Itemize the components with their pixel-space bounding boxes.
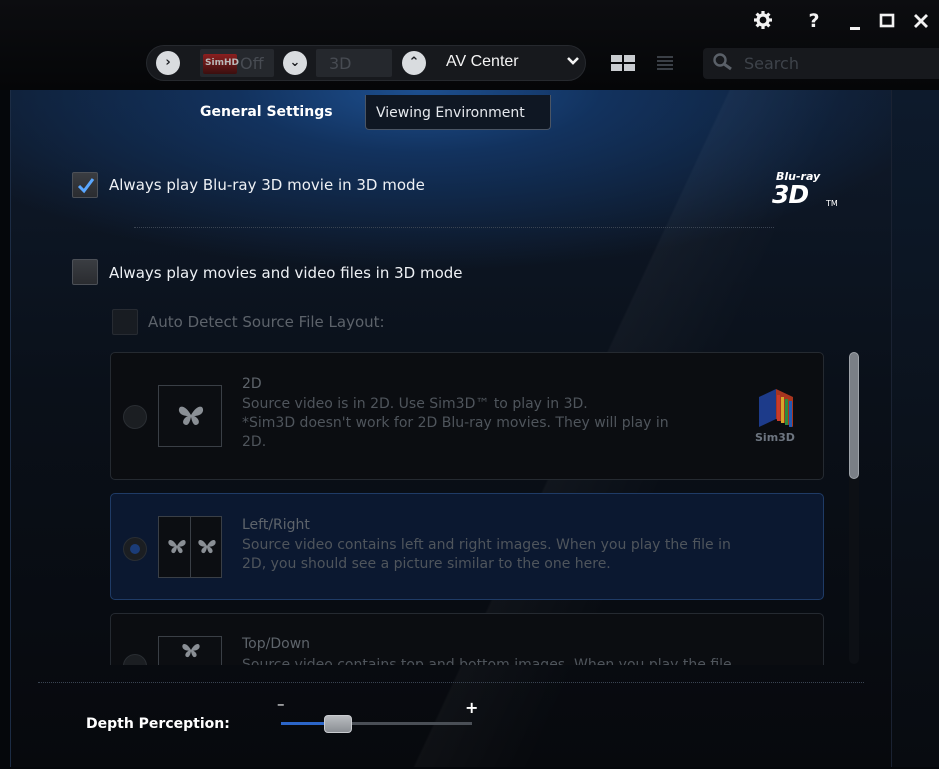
layout-left-right-thumbnail: [158, 516, 222, 578]
layout-2d-title: 2D: [242, 376, 262, 392]
divider: [38, 682, 864, 683]
layout-top-down-title: Top/Down: [242, 636, 311, 652]
help-icon[interactable]: ?: [802, 10, 826, 32]
layout-2d-desc-3: 2D.: [242, 434, 267, 450]
layout-2d-radio[interactable]: [123, 405, 147, 429]
layout-left-right-title: Left/Right: [242, 517, 310, 533]
layout-2d-thumbnail: [158, 385, 222, 447]
view-selector[interactable]: AV Center: [446, 53, 519, 71]
minimize-icon[interactable]: [843, 12, 867, 37]
chevron-down-icon[interactable]: ⌄: [283, 51, 307, 75]
bluray-3d-logo: Blu-ray 3D TM: [772, 170, 838, 209]
maximize-icon[interactable]: [875, 12, 899, 35]
butterfly-icon: [177, 402, 205, 434]
depth-perception-label: Depth Perception:: [86, 716, 230, 732]
search-icon: [711, 52, 737, 78]
movies-3d-label: Always play movies and video files in 3D…: [109, 264, 463, 282]
tab-label: Viewing Environment: [376, 105, 525, 121]
layout-option-left-right[interactable]: Left/Right Source video contains left an…: [110, 493, 824, 600]
sim3d-badge: Sim3D: [751, 385, 801, 447]
grid-view-icon[interactable]: [609, 52, 637, 78]
chevron-right-icon[interactable]: ›: [156, 51, 180, 75]
chevron-down-icon[interactable]: [566, 50, 580, 74]
layout-top-down-desc-1: Source video contains top and bottom ima…: [242, 657, 732, 665]
butterfly-icon: [181, 639, 201, 665]
auto-detect-label: Auto Detect Source File Layout:: [148, 313, 385, 331]
simhd-logo: SimHD: [203, 54, 239, 74]
layout-left-right-desc-1: Source video contains left and right ima…: [242, 537, 731, 553]
close-icon[interactable]: [909, 12, 933, 35]
mode-label: 3D: [329, 54, 352, 73]
layout-2d-desc-1: Source video is in 2D. Use Sim3D™ to pla…: [242, 396, 588, 412]
layout-top-down-thumbnail: [158, 636, 222, 665]
side-strip: [892, 90, 939, 767]
butterfly-icon: [167, 535, 187, 563]
layout-2d-desc-2: *Sim3D doesn't work for 2D Blu-ray movie…: [242, 415, 669, 431]
layout-top-down-radio[interactable]: [123, 654, 147, 665]
search-placeholder: Search: [744, 54, 799, 73]
depth-increase-label: +: [465, 698, 479, 717]
chevron-up-icon[interactable]: ⌃: [402, 51, 426, 75]
list-view-icon[interactable]: [654, 52, 676, 78]
bluray-3d-checkbox[interactable]: [72, 172, 98, 198]
depth-slider-thumb[interactable]: [324, 715, 353, 733]
divider: [134, 227, 774, 228]
bluray-3d-label: Always play Blu-ray 3D movie in 3D mode: [109, 176, 425, 194]
depth-decrease-label: –: [277, 695, 285, 713]
search-input[interactable]: [703, 48, 939, 79]
auto-detect-checkbox[interactable]: [112, 309, 138, 335]
gear-icon[interactable]: [751, 10, 775, 35]
movies-3d-checkbox[interactable]: [72, 259, 98, 285]
mode-field[interactable]: [316, 49, 392, 77]
tab-viewing-environment[interactable]: Viewing Environment: [365, 95, 551, 130]
layout-option-top-down[interactable]: Top/Down Source video contains top and b…: [110, 613, 824, 665]
layout-left-right-radio[interactable]: [123, 537, 147, 561]
scrollbar-thumb[interactable]: [849, 352, 859, 479]
layout-options-list: 2D Source video is in 2D. Use Sim3D™ to …: [110, 352, 840, 665]
butterfly-icon: [197, 535, 217, 563]
layout-left-right-desc-2: 2D, you should see a picture similar to …: [242, 556, 611, 572]
simhd-state: Off: [240, 54, 264, 73]
layout-option-2d[interactable]: 2D Source video is in 2D. Use Sim3D™ to …: [110, 352, 824, 480]
tab-general-settings[interactable]: General Settings: [200, 104, 333, 120]
